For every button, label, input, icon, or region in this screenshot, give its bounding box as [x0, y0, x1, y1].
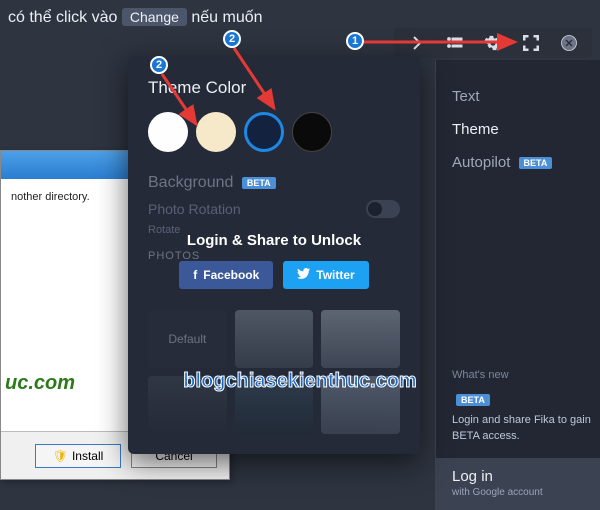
photo-rotation-row: Photo Rotation: [148, 200, 400, 218]
annotation-2a: 2: [223, 30, 241, 48]
annotation-2b: 2: [150, 56, 168, 74]
sidebar-item-label: Autopilot: [452, 154, 510, 171]
swatch-white[interactable]: [148, 112, 188, 152]
gear-icon[interactable]: [484, 34, 502, 52]
list-icon[interactable]: [446, 34, 464, 52]
twitter-label: Twitter: [316, 268, 354, 282]
swatch-cream[interactable]: [196, 112, 236, 152]
sidebar-item-text[interactable]: Text: [452, 80, 600, 113]
instruction-after: nếu muốn: [191, 9, 262, 26]
watermark: blogchiasekienthuc.com: [183, 370, 416, 393]
beta-badge: BETA: [242, 177, 276, 189]
beta-access-block: BETA Login and share Fika to gain BETA a…: [452, 391, 600, 444]
photo-rotation-toggle[interactable]: [366, 200, 400, 218]
thumb-3[interactable]: [321, 310, 400, 368]
unlock-title: Login & Share to Unlock: [128, 232, 420, 249]
install-button[interactable]: 🛡 Install: [35, 444, 121, 468]
right-sidebar: Text Theme Autopilot BETA What's new BET…: [435, 60, 600, 510]
unlock-overlay: Login & Share to Unlock f Facebook Twitt…: [128, 232, 420, 289]
instruction-text: có thể click vào Change nếu muốn: [8, 8, 263, 27]
instruction-before: có thể click vào: [8, 9, 117, 26]
facebook-icon: f: [193, 268, 197, 282]
thumb-default[interactable]: Default: [148, 310, 227, 368]
twitter-button[interactable]: Twitter: [283, 261, 368, 289]
theme-color-title: Theme Color: [148, 78, 400, 98]
facebook-label: Facebook: [203, 268, 259, 282]
login-sublabel: with Google account: [452, 487, 600, 498]
beta-badge-small: BETA: [456, 394, 490, 406]
swatch-darkblue[interactable]: [244, 112, 284, 152]
install-label: Install: [72, 449, 103, 463]
swatch-black[interactable]: [292, 112, 332, 152]
beta-badge: BETA: [519, 157, 553, 169]
top-toolbar: [394, 28, 592, 58]
sidebar-item-theme[interactable]: Theme: [452, 113, 600, 146]
background-title: Background BETA: [148, 174, 400, 192]
facebook-button[interactable]: f Facebook: [179, 261, 273, 289]
login-block[interactable]: Log in with Google account: [436, 458, 600, 510]
fullscreen-icon[interactable]: [522, 34, 540, 52]
close-circle-icon[interactable]: [560, 34, 578, 52]
annotation-1: 1: [346, 32, 364, 50]
beta-desc: Login and share Fika to gain BETA access…: [452, 413, 592, 444]
whats-new-heading: What's new: [452, 369, 600, 381]
theme-swatches: [148, 112, 400, 152]
sidebar-item-autopilot[interactable]: Autopilot BETA: [452, 146, 600, 179]
photo-rotation-label: Photo Rotation: [148, 201, 241, 217]
settings-panel: Theme Color Background BETA Photo Rotati…: [128, 56, 420, 454]
twitter-icon: [297, 268, 310, 282]
installer-brand: uc.com: [5, 372, 75, 395]
login-label: Log in: [452, 468, 600, 485]
chevron-right-icon[interactable]: [408, 34, 426, 52]
thumb-2[interactable]: [235, 310, 314, 368]
shield-icon: 🛡: [53, 449, 68, 463]
change-kbd: Change: [122, 8, 187, 26]
